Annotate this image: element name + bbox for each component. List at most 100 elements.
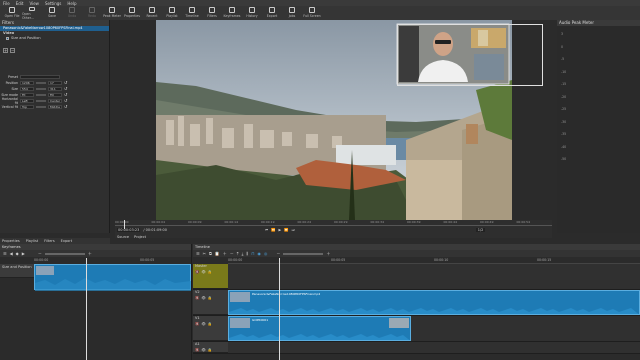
skip-start-icon[interactable]: ⏮	[265, 228, 268, 232]
kf-zoom-out-icon[interactable]: －	[38, 251, 42, 257]
property-slider[interactable]	[36, 81, 46, 84]
tab-properties[interactable]: Properties	[2, 239, 20, 243]
tl-paste-icon[interactable]: 📋	[215, 251, 220, 256]
tl-copy-icon[interactable]: ⧉	[209, 251, 212, 256]
toolbar-button-open-other[interactable]: Open Other...	[22, 6, 42, 20]
property-slider[interactable]	[36, 87, 46, 90]
tl-snap-icon[interactable]: ⊓	[251, 251, 254, 256]
property-value-a[interactable]: 554	[20, 86, 34, 91]
property-value-b[interactable]: Center	[48, 98, 62, 103]
kf-menu-icon[interactable]: ☰	[3, 251, 7, 256]
tl-scrub-icon[interactable]: ◉	[257, 251, 261, 256]
property-slider[interactable]	[36, 105, 46, 108]
property-value-a[interactable]: Top	[20, 104, 34, 109]
add-filter-icon[interactable]: +	[3, 48, 8, 53]
hide-icon[interactable]: 👁	[201, 348, 205, 352]
lock-icon[interactable]: 🔒	[208, 270, 212, 274]
toolbar-button-history[interactable]: History	[242, 6, 262, 20]
preview-playhead[interactable]	[124, 220, 125, 229]
tab-source[interactable]: Source	[117, 235, 129, 239]
overlay-selection-box[interactable]	[397, 24, 543, 86]
kf-prev-icon[interactable]: ◀	[10, 251, 13, 256]
hide-icon[interactable]: 👁	[201, 296, 205, 300]
zoom-select[interactable]: 1/2	[475, 228, 486, 232]
kf-clip[interactable]	[34, 264, 191, 291]
toolbar-button-open-file[interactable]: Open File	[2, 6, 22, 20]
kf-add-icon[interactable]: ◆	[16, 251, 19, 256]
kf-playhead[interactable]	[86, 258, 87, 360]
track-header[interactable]: V1 🔇 👁 🔒	[193, 316, 228, 341]
menu-view[interactable]: View	[29, 1, 39, 6]
tl-split-icon[interactable]: ⫼	[246, 251, 248, 256]
play-icon[interactable]: ▶	[279, 228, 282, 232]
tab-export[interactable]: Export	[61, 239, 72, 243]
lock-icon[interactable]: 🔒	[208, 348, 212, 352]
checkbox-icon[interactable]	[6, 37, 9, 40]
hide-icon[interactable]: 👁	[201, 322, 205, 326]
tl-overwrite-icon[interactable]: ⤓	[242, 251, 244, 256]
reset-icon[interactable]: ↺	[64, 80, 67, 85]
tl-remove-icon[interactable]: －	[230, 251, 234, 257]
menu-settings[interactable]: Settings	[45, 1, 61, 6]
timecode-current[interactable]: 00:00:03:23	[117, 228, 141, 232]
timeline-playhead[interactable]	[279, 258, 280, 360]
kf-next-icon[interactable]: ▶	[22, 251, 25, 256]
toolbar-button-save[interactable]: Save	[42, 6, 62, 20]
menu-help[interactable]: Help	[67, 1, 76, 6]
track-header[interactable]: V2 🔇 👁 🔒	[193, 290, 228, 315]
property-value-b[interactable]: Fill	[48, 92, 62, 97]
clip-v2[interactable]: Panasonic&FakeNarrow1080P60FPSFinal.mp4	[228, 290, 640, 315]
mute-icon[interactable]: 🔇	[195, 270, 199, 274]
kf-zoom-in-icon[interactable]: ＋	[88, 251, 92, 257]
toolbar-button-jobs[interactable]: Jobs	[282, 6, 302, 20]
tl-zoom-out-icon[interactable]: －	[276, 251, 280, 257]
track-header[interactable]: A1 🔇 👁 🔒	[193, 342, 228, 353]
tl-append-icon[interactable]: ＋	[223, 251, 227, 257]
tl-ripple-icon[interactable]: ◎	[264, 251, 268, 256]
property-value-a[interactable]: Left	[20, 98, 34, 103]
toolbar-button-timeline[interactable]: Timeline	[182, 6, 202, 20]
property-slider[interactable]	[36, 93, 46, 96]
skip-end-icon[interactable]: ⏭	[292, 228, 295, 232]
forward-icon[interactable]: ⏩	[284, 228, 288, 232]
mute-icon[interactable]: 🔇	[195, 322, 199, 326]
hide-icon[interactable]: 👁	[201, 270, 205, 274]
tl-zoom-slider[interactable]	[283, 252, 324, 255]
toolbar-button-export[interactable]: Export	[262, 6, 282, 20]
property-slider[interactable]	[36, 99, 46, 102]
rewind-icon[interactable]: ⏪	[271, 228, 275, 232]
property-value-a[interactable]: Fit	[20, 92, 34, 97]
kf-zoom-slider[interactable]	[44, 252, 85, 255]
tab-project[interactable]: Project	[134, 235, 146, 239]
toolbar-button-keyframes[interactable]: Keyframes	[222, 6, 242, 20]
reset-icon[interactable]: ↺	[64, 98, 67, 103]
tl-zoom-in-icon[interactable]: ＋	[326, 251, 330, 257]
remove-filter-icon[interactable]: −	[10, 48, 15, 53]
mute-icon[interactable]: 🔇	[195, 348, 199, 352]
toolbar-button-recent[interactable]: Recent	[142, 6, 162, 20]
filter-item-size-position[interactable]: Size and Position	[0, 36, 109, 41]
mute-icon[interactable]: 🔇	[195, 296, 199, 300]
property-value-b[interactable]: 311	[48, 86, 62, 91]
property-value-a[interactable]: 1296	[20, 80, 34, 85]
reset-icon[interactable]: ↺	[64, 104, 67, 109]
tab-playlist[interactable]: Playlist	[26, 239, 38, 243]
preset-select[interactable]	[20, 74, 60, 79]
toolbar-button-properties[interactable]: Properties	[122, 6, 142, 20]
toolbar-button-playlist[interactable]: Playlist	[162, 6, 182, 20]
menu-file[interactable]: File	[3, 1, 10, 6]
tl-menu-icon[interactable]: ☰	[196, 251, 200, 256]
toolbar-button-peak-meter[interactable]: Peak Meter	[102, 6, 122, 20]
lock-icon[interactable]: 🔒	[208, 322, 212, 326]
tab-filters[interactable]: Filters	[44, 239, 55, 243]
reset-icon[interactable]: ↺	[64, 92, 67, 97]
property-value-b[interactable]: Middle	[48, 104, 62, 109]
menu-edit[interactable]: Edit	[16, 1, 24, 6]
reset-icon[interactable]: ↺	[64, 86, 67, 91]
track-header[interactable]: Master 🔇 👁 🔒	[193, 264, 228, 289]
property-value-b[interactable]: 17	[48, 80, 62, 85]
clip-v1[interactable]: GOPR0001	[228, 316, 411, 341]
toolbar-button-filters[interactable]: Filters	[202, 6, 222, 20]
toolbar-button-undo[interactable]: Undo	[62, 6, 82, 20]
lock-icon[interactable]: 🔒	[208, 296, 212, 300]
